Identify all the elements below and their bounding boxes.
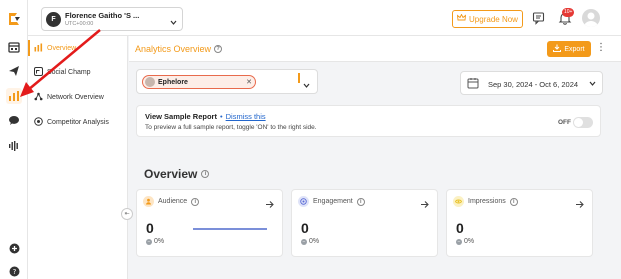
info-icon[interactable]: i: [509, 197, 518, 206]
chart-bar-icon: [34, 43, 43, 54]
analytics-icon[interactable]: [6, 88, 22, 104]
export-button[interactable]: Export: [547, 41, 591, 57]
info-icon[interactable]: ?: [214, 45, 223, 53]
arrow-right-icon[interactable]: [420, 196, 430, 214]
audience-card[interactable]: Audience i 0 − 0%: [136, 189, 283, 257]
overview-heading: Overview i: [144, 167, 210, 181]
svg-text:?: ?: [12, 268, 16, 276]
account-chip[interactable]: Ephelore ✕: [142, 75, 256, 89]
neutral-change-icon: −: [456, 238, 462, 245]
notification-badge: 10+: [562, 8, 575, 17]
download-icon: [553, 44, 562, 54]
separator-dot: •: [219, 112, 223, 121]
social-champ-logo-icon[interactable]: [6, 10, 22, 26]
top-bar: F Florence Gaitho 'S ... UTC+00:00 Upgra…: [28, 0, 621, 36]
sample-report-title-text: View Sample Report: [145, 112, 217, 121]
export-label: Export: [564, 45, 585, 53]
card-value: 0: [456, 220, 464, 236]
page-title: Analytics Overview ?: [135, 44, 223, 54]
chevron-down-icon[interactable]: [302, 77, 311, 95]
card-delta-text: 0%: [309, 238, 320, 245]
card-value: 0: [146, 220, 154, 236]
more-options-icon[interactable]: ⋮: [596, 42, 606, 54]
inbox-chat-icon[interactable]: [6, 113, 22, 129]
profile-timezone: UTC+00:00: [65, 21, 94, 27]
chevron-down-icon: [169, 14, 178, 32]
subnav-label: Network Overview: [47, 93, 104, 101]
account-filter[interactable]: Ephelore ✕: [136, 69, 318, 94]
info-icon[interactable]: i: [356, 197, 365, 206]
toggle-state-label: OFF: [558, 119, 571, 126]
date-range-text: Sep 30, 2024 - Oct 6, 2024: [488, 80, 579, 89]
sample-report-subtitle: To preview a full sample report, toggle …: [145, 124, 317, 131]
card-header: Engagement i: [298, 196, 365, 207]
card-label: Impressions: [468, 198, 506, 205]
impressions-icon: [453, 196, 464, 207]
info-icon[interactable]: i: [191, 197, 200, 206]
arrow-right-icon[interactable]: [575, 196, 585, 214]
subnav-item-competitor-analysis[interactable]: Competitor Analysis: [28, 112, 128, 132]
user-avatar[interactable]: [582, 9, 600, 27]
audio-waveform-icon[interactable]: [6, 138, 22, 154]
account-avatar: [145, 77, 155, 87]
impressions-card[interactable]: Impressions i 0 − 0%: [446, 189, 593, 257]
card-header: Audience i: [143, 196, 200, 207]
arrow-right-icon[interactable]: [265, 196, 275, 214]
sample-report-banner: View Sample Report • Dismiss this To previ…: [136, 105, 601, 137]
engagement-icon: [298, 196, 309, 207]
send-icon[interactable]: [6, 63, 22, 79]
neutral-change-icon: −: [301, 238, 307, 245]
analytics-subnav: Overview Social Champ Network Overview C…: [28, 36, 128, 279]
dismiss-link[interactable]: Dismiss this: [226, 112, 266, 121]
card-label: Engagement: [313, 198, 353, 205]
crown-icon: [456, 13, 467, 24]
card-label: Audience: [158, 198, 188, 205]
subnav-item-overview[interactable]: Overview: [28, 38, 128, 58]
messages-icon[interactable]: [532, 11, 548, 27]
audience-sparkline: [193, 228, 267, 230]
upgrade-now-button[interactable]: Upgrade Now: [452, 10, 523, 28]
sample-report-title: View Sample Report • Dismiss this: [145, 112, 266, 121]
filter-divider: [298, 73, 300, 83]
collapse-sidebar-button[interactable]: ⇤: [121, 208, 133, 220]
account-chip-label: Ephelore: [158, 78, 188, 86]
competitor-icon: [34, 116, 43, 128]
date-range-picker[interactable]: Sep 30, 2024 - Oct 6, 2024: [460, 71, 603, 95]
card-delta: − 0%: [146, 238, 164, 245]
neutral-change-icon: −: [146, 238, 152, 245]
social-champ-icon: [34, 66, 43, 78]
engagement-card[interactable]: Engagement i 0 − 0%: [291, 189, 438, 257]
calendar-icon: [467, 77, 479, 91]
close-icon[interactable]: ✕: [246, 78, 252, 86]
upgrade-label: Upgrade Now: [469, 14, 518, 24]
card-delta-text: 0%: [154, 238, 165, 245]
network-icon: [34, 92, 43, 103]
card-header: Impressions i: [453, 196, 518, 207]
profile-selector[interactable]: F Florence Gaitho 'S ... UTC+00:00: [41, 7, 183, 31]
calendar-icon[interactable]: [6, 39, 22, 55]
help-icon[interactable]: ?: [6, 263, 22, 279]
toggle-knob: [574, 118, 583, 127]
chevron-down-icon: [588, 79, 597, 90]
subnav-item-network-overview[interactable]: Network Overview: [28, 87, 128, 107]
subnav-label: Social Champ: [47, 68, 91, 76]
card-delta-text: 0%: [464, 238, 475, 245]
card-delta: − 0%: [456, 238, 474, 245]
audience-icon: [143, 196, 154, 207]
page-title-text: Analytics Overview: [135, 44, 212, 54]
overview-heading-text: Overview: [144, 167, 198, 181]
info-icon[interactable]: i: [201, 170, 210, 178]
subnav-label: Overview: [47, 44, 77, 52]
profile-avatar: F: [46, 12, 61, 27]
card-delta: − 0%: [301, 238, 319, 245]
main-header: Analytics Overview ? Export ⋮: [129, 36, 621, 62]
sample-report-toggle[interactable]: [573, 117, 593, 128]
left-rail: ?: [0, 0, 28, 279]
card-value: 0: [301, 220, 309, 236]
subnav-item-social-champ[interactable]: Social Champ: [28, 62, 128, 82]
subnav-label: Competitor Analysis: [47, 118, 109, 126]
profile-name: Florence Gaitho 'S ...: [65, 11, 140, 20]
add-icon[interactable]: [6, 240, 22, 256]
